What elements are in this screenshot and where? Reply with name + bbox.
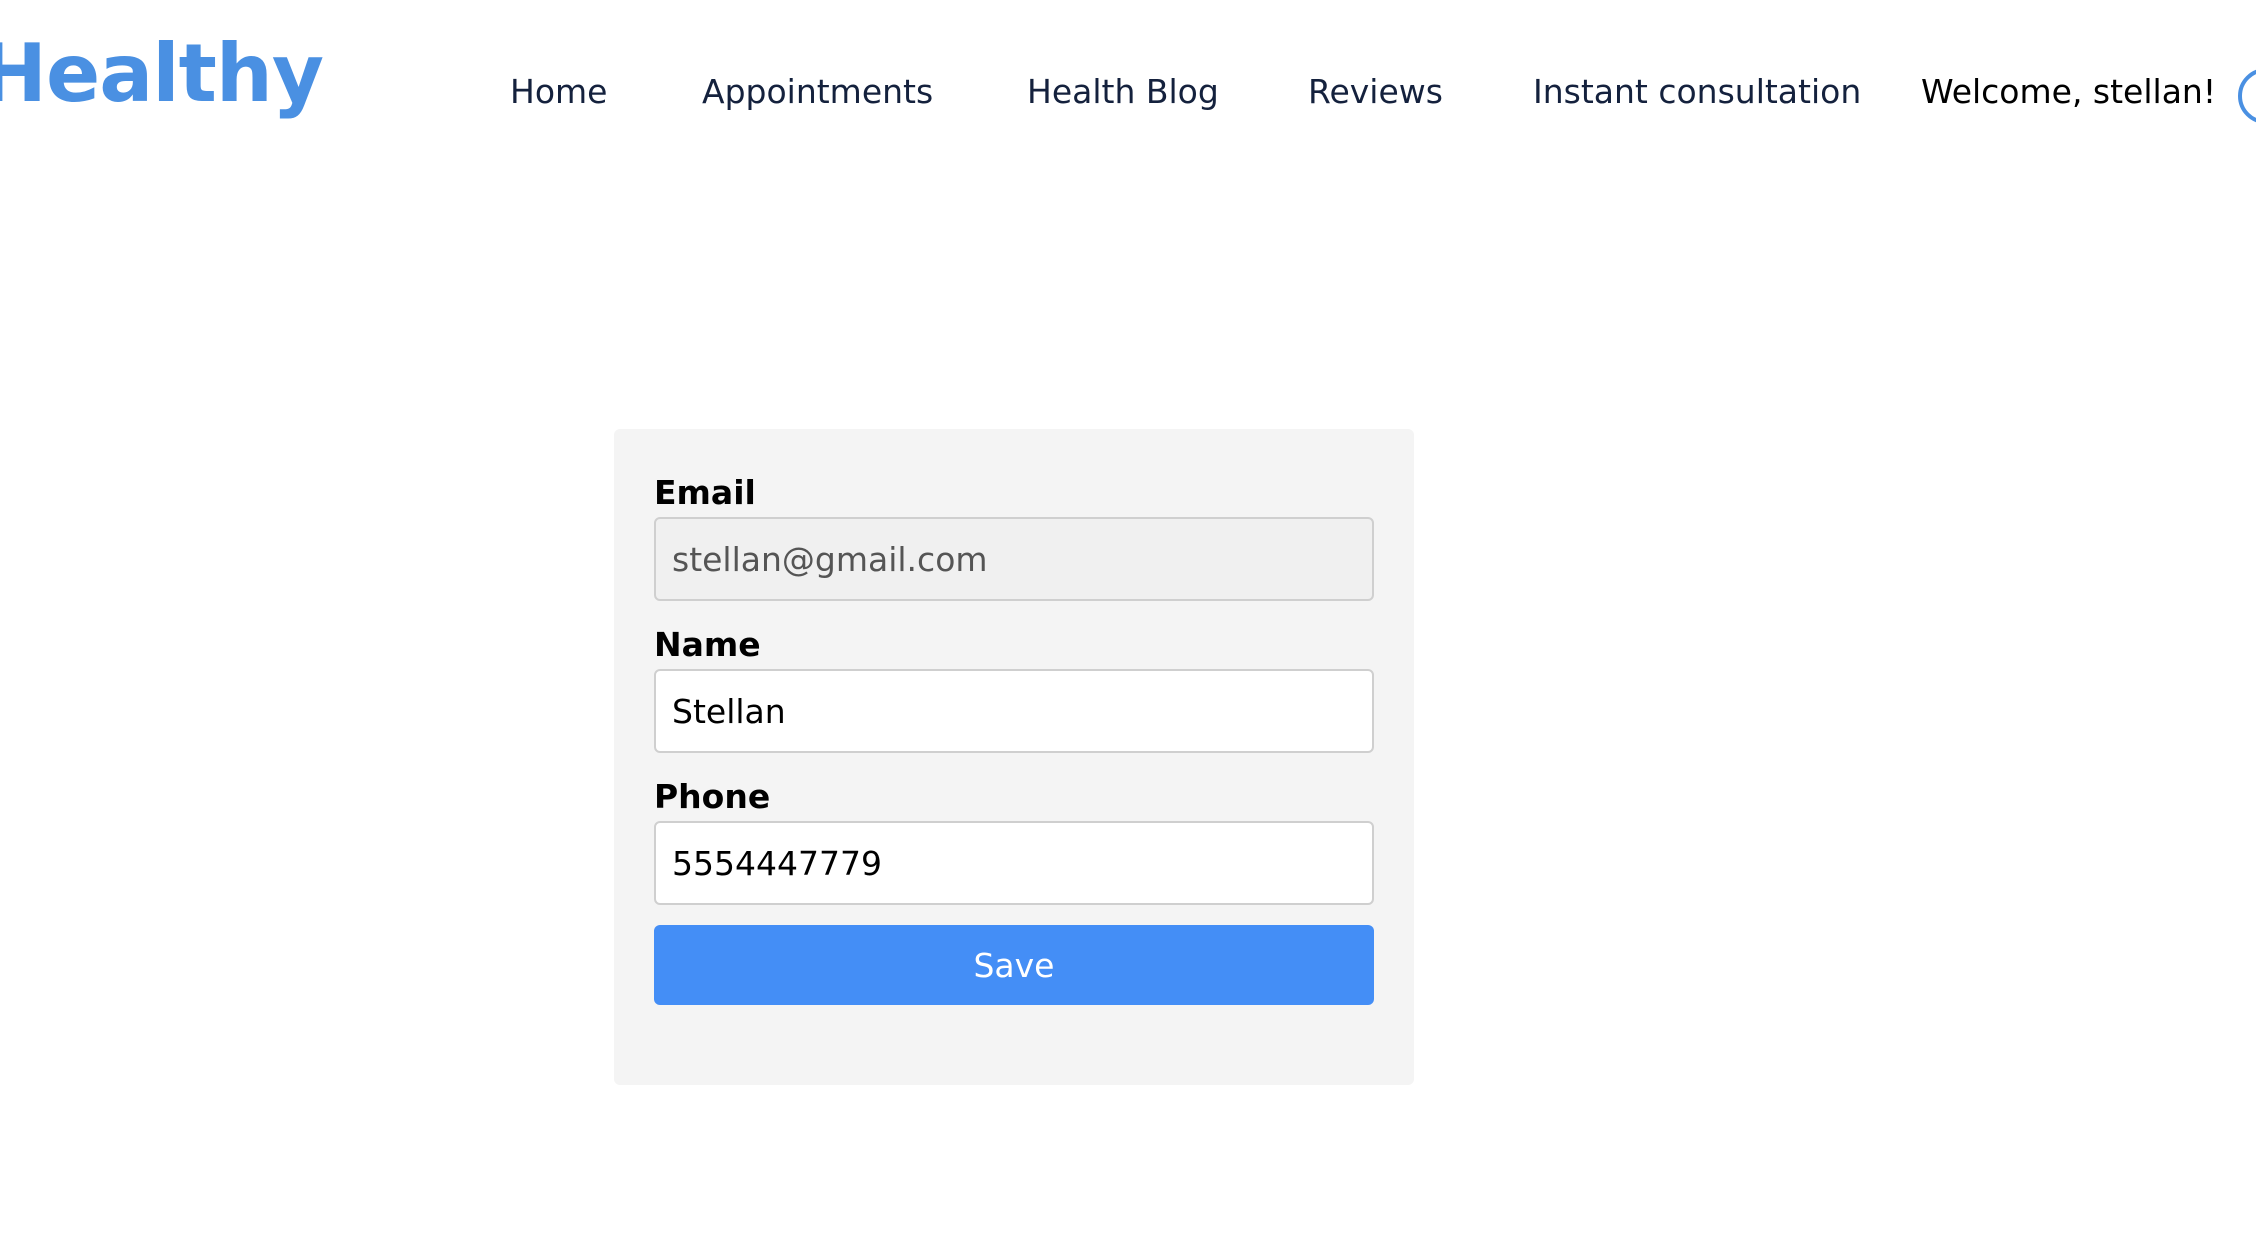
save-button[interactable]: Save <box>654 925 1374 1005</box>
nav-link-health-blog[interactable]: Health Blog <box>1027 72 1219 112</box>
nav-link-home[interactable]: Home <box>510 72 607 112</box>
name-field[interactable] <box>654 669 1374 753</box>
nav-link-instant-consultation[interactable]: Instant consultation <box>1533 72 1861 112</box>
phone-label: Phone <box>654 777 771 816</box>
name-label: Name <box>654 625 761 664</box>
nav-link-appointments[interactable]: Appointments <box>702 72 933 112</box>
nav-link-reviews[interactable]: Reviews <box>1308 72 1443 112</box>
page: Healthy Home Appointments Health Blog Re… <box>0 0 2256 1246</box>
welcome-message: Welcome, stellan! <box>1921 72 2217 111</box>
phone-field[interactable] <box>654 821 1374 905</box>
profile-avatar-icon[interactable] <box>2238 68 2256 124</box>
email-field[interactable] <box>654 517 1374 601</box>
top-navbar: Healthy Home Appointments Health Blog Re… <box>0 0 2256 190</box>
email-label: Email <box>654 473 756 512</box>
logo-link[interactable]: Healthy <box>0 34 324 114</box>
profile-form-card: Email Name Phone Save <box>614 429 1414 1085</box>
